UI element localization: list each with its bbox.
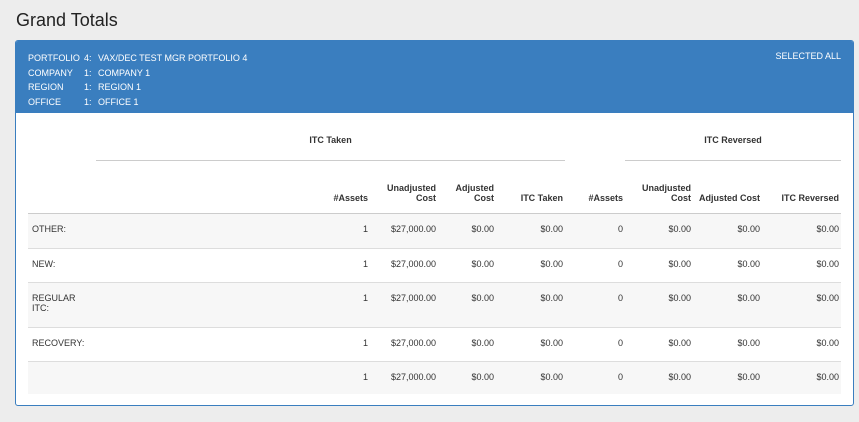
table-cell: $0.00 xyxy=(496,361,566,394)
table-cell: $0.00 xyxy=(625,282,694,328)
table-cell: $0.00 xyxy=(438,327,496,362)
table-cell: $0.00 xyxy=(762,282,842,328)
table-cell: $0.00 xyxy=(693,213,763,249)
row-label: RECOVERY: xyxy=(28,327,96,362)
table-row: REGULAR ITC: 1 $27,000.00 $0.00 $0.00 0 $0.00 $… xyxy=(28,282,842,328)
col-header-adjusted-cost-reversed: Adjusted Cost xyxy=(693,161,763,214)
filter-value: VAX/DEC TEST MGR PORTFOLIO 4 xyxy=(98,53,248,63)
col-header-assets-reversed: #Assets xyxy=(565,161,626,214)
table-cell: $0.00 xyxy=(693,282,763,328)
table-cell: $27,000.00 xyxy=(370,361,438,394)
filter-portfolio: PORTFOLIO 4: VAX/DEC TEST MGR PORTFOLIO … xyxy=(28,51,247,66)
table-cell: $0.00 xyxy=(625,361,694,394)
col-header-itc-taken: ITC Taken xyxy=(496,161,566,214)
page-title: Grand Totals xyxy=(16,10,118,30)
row-spacer: 1 xyxy=(96,327,370,362)
table-row: OTHER: 1 $27,000.00 $0.00 $0.00 0 $0.00 $0.00 $0… xyxy=(28,213,842,249)
table-cell: $0.00 xyxy=(693,361,763,394)
row-label: NEW: xyxy=(28,248,96,283)
row-label: OTHER: xyxy=(28,213,96,249)
table-cell: $0.00 xyxy=(438,282,496,328)
group-header-itc-taken: ITC Taken xyxy=(96,133,566,161)
table-cell: 0 xyxy=(565,213,626,249)
filter-label: REGION xyxy=(28,82,64,92)
filter-number: 1: xyxy=(84,96,92,107)
grand-totals-panel: PORTFOLIO 4: VAX/DEC TEST MGR PORTFOLIO … xyxy=(15,40,854,406)
row-label xyxy=(28,361,96,394)
table-row: 1 $27,000.00 $0.00 $0.00 0 $0.00 $0.00 $0.00 xyxy=(28,361,842,394)
filter-number: 4: xyxy=(84,53,92,63)
filter-company: COMPANY 1: COMPANY 1 xyxy=(28,66,247,81)
group-divider xyxy=(96,160,566,161)
filter-region: REGION 1: REGION 1 xyxy=(28,80,247,95)
table-cell: $0.00 xyxy=(496,248,566,283)
table-row: NEW: 1 $27,000.00 $0.00 $0.00 0 $0.00 $0.00 $0.0… xyxy=(28,248,842,283)
table-cell: $0.00 xyxy=(693,327,763,362)
filter-label: PORTFOLIO xyxy=(28,53,80,63)
table-cell: $0.00 xyxy=(496,327,566,362)
table-cell: $0.00 xyxy=(438,361,496,394)
table-cell: $0.00 xyxy=(496,282,566,328)
row-label: REGULAR ITC: xyxy=(28,282,96,328)
table-cell: 0 xyxy=(565,327,626,362)
filter-office: OFFICE 1: OFFICE 1 xyxy=(28,95,247,110)
col-header-assets-taken: #Assets xyxy=(28,161,370,214)
table-cell: 0 xyxy=(565,282,626,328)
filter-value: COMPANY 1 xyxy=(98,67,151,78)
row-spacer: 1 xyxy=(96,213,370,249)
table-row: RECOVERY: 1 $27,000.00 $0.00 $0.00 0 $0.00 $0.0… xyxy=(28,327,842,362)
table-cell: $0.00 xyxy=(625,248,694,283)
group-label: ITC Reversed xyxy=(704,135,762,145)
table-cell: $0.00 xyxy=(762,327,842,362)
filter-value: OFFICE 1 xyxy=(98,96,139,107)
table-cell: $0.00 xyxy=(762,213,842,249)
totals-table: ITC Taken ITC Reversed #Assets Unadjuste… xyxy=(28,133,842,394)
row-spacer: 1 xyxy=(96,248,370,283)
table-cell: $0.00 xyxy=(693,248,763,283)
row-spacer: 1 xyxy=(96,361,370,394)
table-cell: $27,000.00 xyxy=(370,248,438,283)
filter-number: 1: xyxy=(84,82,92,92)
filter-number: 1: xyxy=(84,67,92,78)
table-cell: $0.00 xyxy=(438,248,496,283)
filter-label: OFFICE xyxy=(28,96,61,107)
table-cell: 0 xyxy=(565,248,626,283)
group-divider xyxy=(625,160,842,161)
table-cell: $0.00 xyxy=(438,213,496,249)
filter-label: COMPANY xyxy=(28,67,73,78)
col-header-itc-reversed: ITC Reversed xyxy=(762,161,842,214)
table-cell: $27,000.00 xyxy=(370,282,438,328)
table-cell: $0.00 xyxy=(625,213,694,249)
table-cell: $0.00 xyxy=(496,213,566,249)
col-header-unadjusted-cost-reversed: Unadjusted Cost xyxy=(625,161,694,214)
filter-summary: PORTFOLIO 4: VAX/DEC TEST MGR PORTFOLIO … xyxy=(28,51,247,109)
table-cell: 0 xyxy=(565,361,626,394)
col-header-unadjusted-cost: Unadjusted Cost xyxy=(370,161,438,214)
panel-header: PORTFOLIO 4: VAX/DEC TEST MGR PORTFOLIO … xyxy=(16,41,853,113)
table-cell: $27,000.00 xyxy=(370,213,438,249)
filter-value: REGION 1 xyxy=(98,82,142,92)
selection-status: SELECTED ALL xyxy=(775,51,841,61)
col-header-adjusted-cost: Adjusted Cost xyxy=(438,161,496,214)
table-cell: $0.00 xyxy=(762,248,842,283)
group-header-itc-reversed: ITC Reversed xyxy=(625,133,842,161)
group-label: ITC Taken xyxy=(309,135,352,145)
row-spacer: 1 xyxy=(96,282,370,328)
table-cell: $27,000.00 xyxy=(370,327,438,362)
table-cell: $0.00 xyxy=(625,327,694,362)
table-cell: $0.00 xyxy=(762,361,842,394)
